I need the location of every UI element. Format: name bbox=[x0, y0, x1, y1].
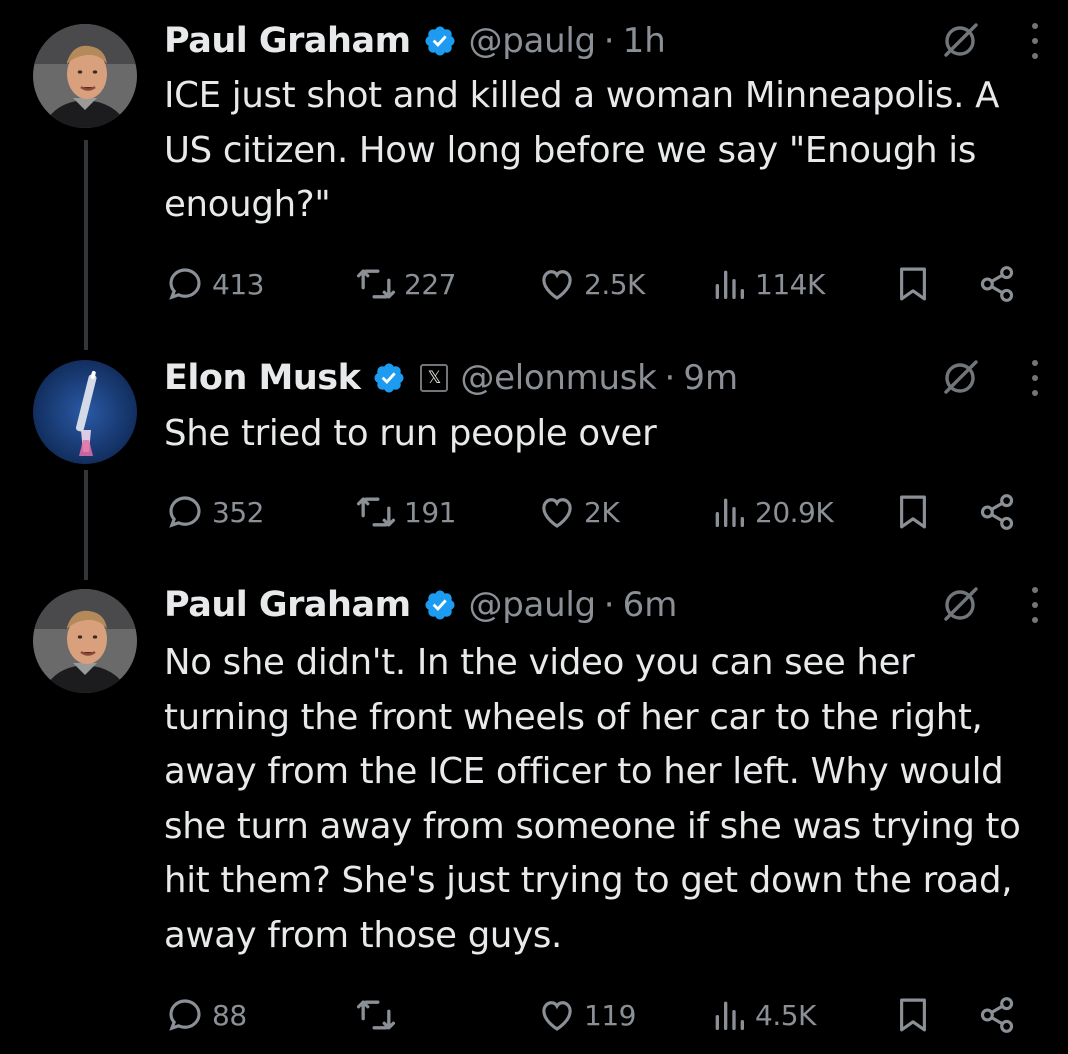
avatar[interactable] bbox=[33, 589, 137, 693]
avatar[interactable] bbox=[33, 24, 137, 128]
more-icon[interactable] bbox=[1030, 587, 1040, 623]
views-icon bbox=[715, 1001, 744, 1030]
views-button[interactable]: 4.5K bbox=[709, 990, 816, 1040]
verified-badge-icon[interactable] bbox=[372, 361, 406, 395]
views-icon bbox=[715, 270, 744, 299]
reply-icon bbox=[169, 268, 201, 300]
like-button[interactable]: 2.5K bbox=[536, 259, 645, 309]
share-button[interactable] bbox=[976, 990, 1018, 1040]
share-icon bbox=[980, 997, 1014, 1033]
timestamp[interactable]: 6m bbox=[623, 585, 678, 625]
tweet-actions: 88 119 4.5K bbox=[164, 990, 1024, 1040]
reply-button[interactable]: 413 bbox=[164, 259, 264, 309]
paul-graham-avatar-icon bbox=[33, 589, 137, 693]
tweet-text: No she didn't. In the video you can see … bbox=[164, 642, 1021, 956]
views-count: 4.5K bbox=[755, 998, 816, 1032]
author-name[interactable]: Paul Graham bbox=[164, 585, 411, 625]
grok-icon[interactable] bbox=[940, 585, 980, 625]
verified-badge-icon[interactable] bbox=[423, 24, 457, 58]
reply-icon bbox=[169, 999, 201, 1031]
repost-button[interactable]: 227 bbox=[354, 259, 456, 309]
views-count: 114K bbox=[755, 267, 825, 301]
avatar[interactable] bbox=[33, 360, 137, 464]
share-button[interactable] bbox=[976, 259, 1018, 309]
views-button[interactable]: 114K bbox=[709, 259, 825, 309]
more-icon[interactable] bbox=[1030, 360, 1040, 396]
repost-button[interactable] bbox=[354, 990, 404, 1040]
like-count: 2.5K bbox=[584, 267, 645, 301]
more-icon[interactable] bbox=[1030, 23, 1040, 59]
bookmark-icon bbox=[900, 998, 926, 1032]
timestamp[interactable]: 9m bbox=[683, 358, 738, 398]
repost-icon bbox=[356, 269, 396, 299]
like-button[interactable]: 2K bbox=[536, 487, 620, 537]
author-name[interactable]: Paul Graham bbox=[164, 21, 411, 61]
repost-count: 191 bbox=[404, 495, 456, 529]
verified-badge-icon[interactable] bbox=[423, 588, 457, 622]
views-button[interactable]: 20.9K bbox=[709, 487, 834, 537]
separator-dot: · bbox=[603, 585, 615, 625]
tweet-actions: 413 227 2.5K 114K bbox=[164, 259, 1024, 309]
grok-icon[interactable] bbox=[940, 21, 980, 61]
like-count: 2K bbox=[584, 495, 620, 529]
bookmark-button[interactable] bbox=[892, 487, 934, 537]
share-icon bbox=[980, 266, 1014, 302]
author-handle[interactable]: @paulg bbox=[469, 21, 597, 61]
reply-icon bbox=[169, 496, 201, 528]
heart-icon bbox=[542, 270, 572, 300]
rocket-launch-avatar-icon bbox=[33, 360, 137, 464]
affiliate-x-badge-icon[interactable]: 𝕏 bbox=[420, 364, 449, 392]
share-button[interactable] bbox=[976, 487, 1018, 537]
thread-connector-line bbox=[84, 470, 88, 580]
paul-graham-avatar-icon bbox=[33, 24, 137, 128]
reply-button[interactable]: 352 bbox=[164, 487, 264, 537]
tweet-text: ICE just shot and killed a woman Minneap… bbox=[164, 75, 1000, 225]
views-icon bbox=[715, 498, 744, 527]
repost-icon bbox=[356, 1000, 396, 1030]
reply-count: 352 bbox=[212, 495, 264, 529]
heart-icon bbox=[542, 498, 572, 528]
author-name[interactable]: Elon Musk bbox=[164, 358, 361, 398]
tweet-text: She tried to run people over bbox=[164, 413, 657, 454]
share-icon bbox=[980, 494, 1014, 530]
views-count: 20.9K bbox=[755, 495, 834, 529]
reply-count: 413 bbox=[212, 267, 264, 301]
author-handle[interactable]: @paulg bbox=[469, 585, 597, 625]
grok-icon[interactable] bbox=[940, 358, 980, 398]
reply-count: 88 bbox=[212, 998, 247, 1032]
separator-dot: · bbox=[603, 21, 615, 61]
timestamp[interactable]: 1h bbox=[623, 21, 666, 61]
like-button[interactable]: 119 bbox=[536, 990, 636, 1040]
bookmark-button[interactable] bbox=[892, 990, 934, 1040]
reply-button[interactable]: 88 bbox=[164, 990, 247, 1040]
thread-connector-line bbox=[84, 140, 88, 350]
bookmark-icon bbox=[900, 267, 926, 301]
repost-count: 227 bbox=[404, 267, 456, 301]
repost-icon bbox=[356, 497, 396, 527]
tweet-actions: 352 191 2K 20.9K bbox=[164, 487, 1024, 537]
bookmark-button[interactable] bbox=[892, 259, 934, 309]
like-count: 119 bbox=[584, 998, 636, 1032]
bookmark-icon bbox=[900, 495, 926, 529]
separator-dot: · bbox=[664, 358, 676, 398]
author-handle[interactable]: @elonmusk bbox=[460, 358, 656, 398]
repost-button[interactable]: 191 bbox=[354, 487, 456, 537]
heart-icon bbox=[542, 1001, 572, 1031]
